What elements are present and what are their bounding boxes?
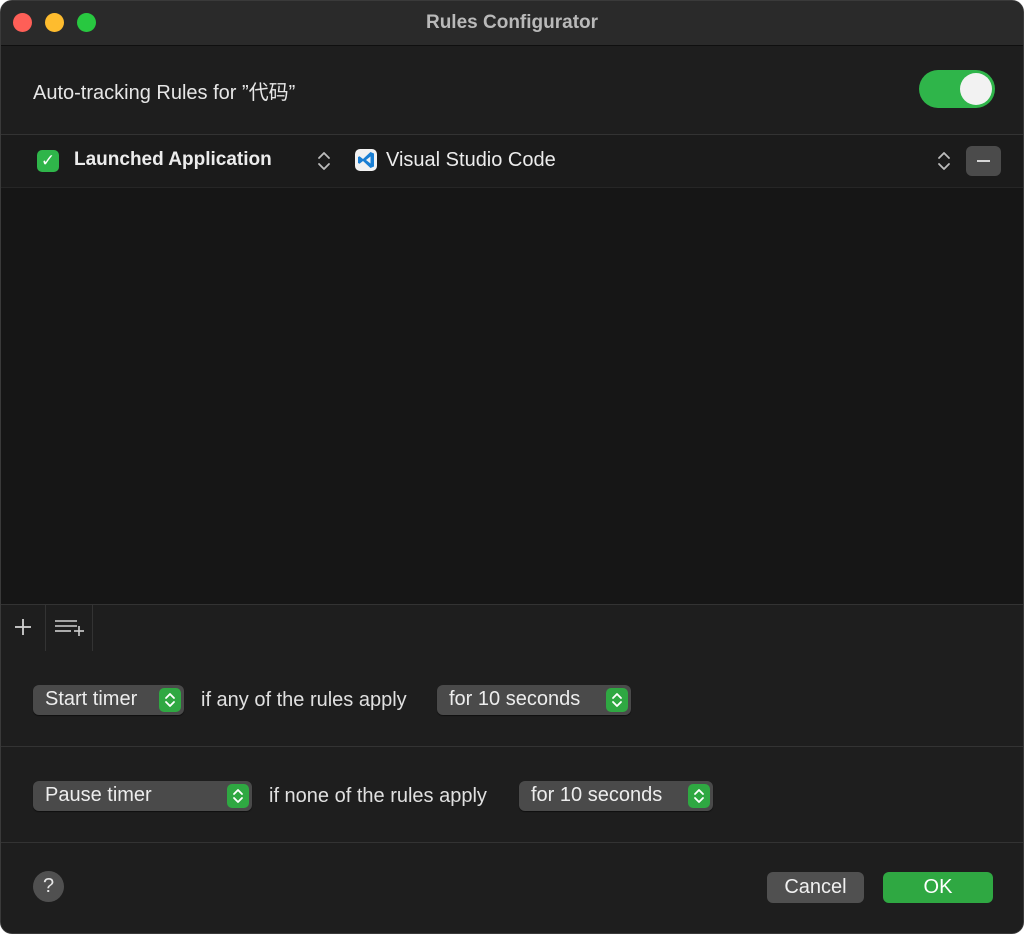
chevron-updown-icon (606, 688, 628, 712)
ok-button[interactable]: OK (883, 872, 993, 903)
start-action-select[interactable]: Start timer (33, 685, 184, 715)
pause-action-label: Pause timer (45, 784, 152, 806)
title-bar: Rules Configurator (1, 1, 1023, 46)
plus-icon (15, 619, 31, 635)
pause-duration-select[interactable]: for 10 seconds (519, 781, 713, 811)
pause-action-select[interactable]: Pause timer (33, 781, 252, 811)
rule-row: ✓ Launched Application Visual Studio Cod… (1, 135, 1023, 188)
vscode-icon (355, 149, 377, 171)
window-title: Rules Configurator (425, 12, 599, 33)
rule-type-stepper-icon[interactable] (317, 150, 331, 172)
rule-enabled-checkbox[interactable]: ✓ (37, 150, 59, 172)
minus-icon (977, 160, 990, 162)
add-list-icon (55, 620, 84, 636)
add-rule-button[interactable] (1, 605, 46, 651)
rule-type-label[interactable]: Launched Application (74, 149, 272, 171)
toggle-knob (960, 73, 992, 105)
pause-timer-condition: Pause timer if none of the rules apply f… (1, 747, 1023, 843)
chevron-updown-icon (227, 784, 249, 808)
rules-configurator-window: Rules Configurator Auto-tracking Rules f… (0, 0, 1024, 934)
rules-toolbar (1, 604, 1023, 652)
rules-list: ✓ Launched Application Visual Studio Cod… (1, 135, 1023, 604)
add-rule-group-button[interactable] (46, 605, 93, 651)
chevron-updown-icon (688, 784, 710, 808)
start-duration-select[interactable]: for 10 seconds (437, 685, 631, 715)
rule-value-stepper-icon[interactable] (937, 150, 951, 172)
start-timer-condition: Start timer if any of the rules apply fo… (1, 651, 1023, 747)
chevron-updown-icon (159, 688, 181, 712)
dialog-footer: ? Cancel OK (1, 843, 1023, 933)
start-duration-label: for 10 seconds (449, 688, 581, 710)
start-action-label: Start timer (45, 688, 138, 710)
remove-rule-button[interactable] (966, 146, 1001, 176)
pause-duration-label: for 10 seconds (531, 784, 663, 806)
rule-value-label[interactable]: Visual Studio Code (386, 149, 556, 172)
pause-condition-text: if none of the rules apply (269, 785, 487, 807)
auto-tracking-header: Auto-tracking Rules for ”代码” (1, 46, 1023, 135)
auto-tracking-label: Auto-tracking Rules for ”代码” (33, 82, 296, 104)
start-condition-text: if any of the rules apply (201, 689, 407, 711)
help-button[interactable]: ? (33, 871, 64, 902)
auto-tracking-toggle[interactable] (919, 70, 995, 108)
cancel-button[interactable]: Cancel (767, 872, 864, 903)
